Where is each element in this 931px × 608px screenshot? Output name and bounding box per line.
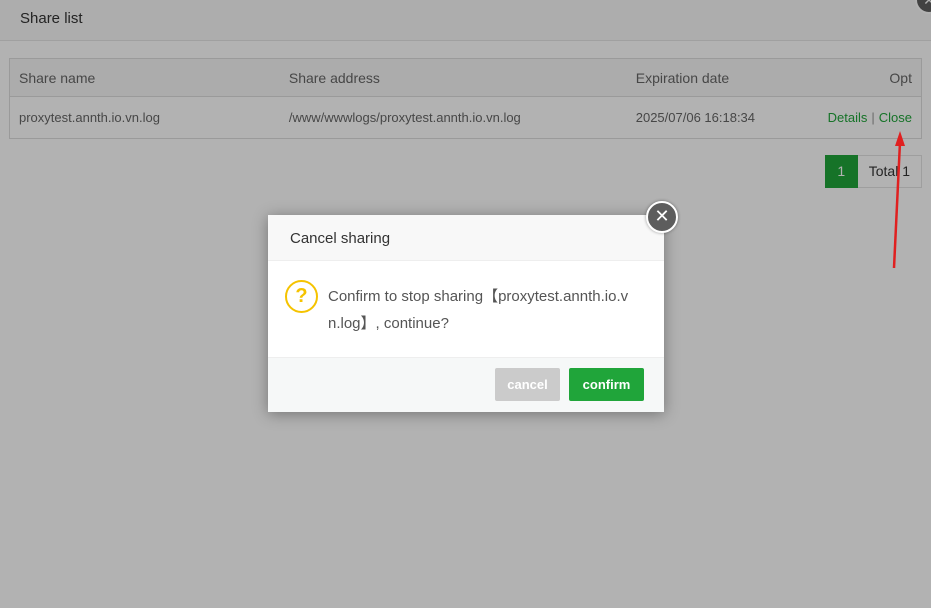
question-icon: ? [285, 280, 318, 313]
cancel-sharing-dialog: Cancel sharing ✕ ? Confirm to stop shari… [268, 201, 678, 412]
confirm-button[interactable]: confirm [569, 368, 644, 401]
dialog-title: Cancel sharing [268, 215, 664, 261]
dialog-message: Confirm to stop sharing【proxytest.annth.… [328, 288, 629, 332]
dialog-body: ? Confirm to stop sharing【proxytest.annt… [268, 261, 664, 358]
dialog-footer: cancel confirm [268, 357, 664, 412]
cancel-button[interactable]: cancel [495, 368, 560, 401]
dialog-close-icon[interactable]: ✕ [646, 201, 678, 233]
